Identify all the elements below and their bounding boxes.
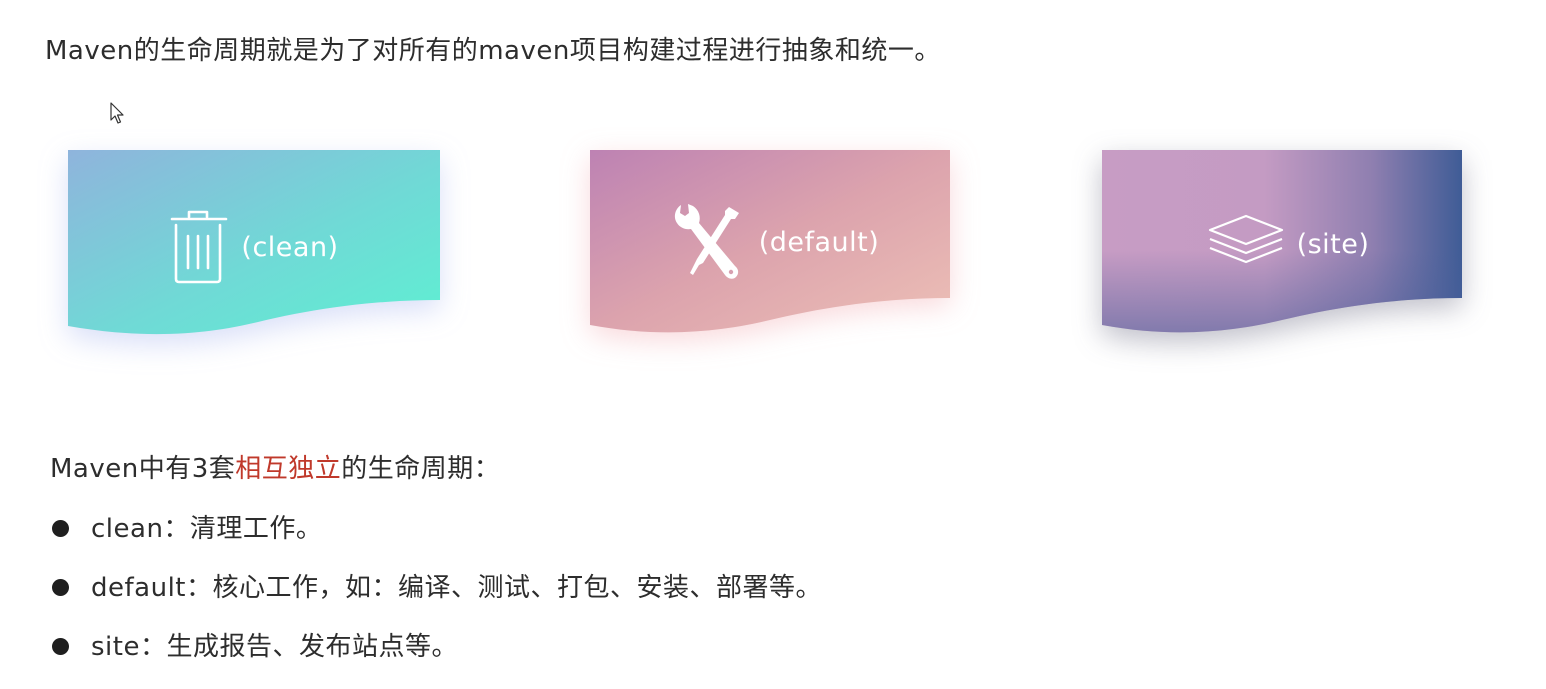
intro-text: Maven的生命周期就是为了对所有的maven项目构建过程进行抽象和统一。 xyxy=(45,36,941,66)
card-label-default: (default) xyxy=(758,226,880,258)
section-title-prefix: Maven中有3套 xyxy=(50,454,236,484)
tools-icon xyxy=(674,204,739,279)
lifecycle-card-clean: (clean) xyxy=(68,150,440,342)
list-item-text: default：核心工作，如：编译、测试、打包、安装、部署等。 xyxy=(91,573,822,603)
lifecycle-card-default: (default) xyxy=(590,150,962,342)
bullet-icon xyxy=(52,579,69,596)
card-label-clean: (clean) xyxy=(241,231,339,263)
list-item-text: site：生成报告、发布站点等。 xyxy=(91,632,458,662)
card-label-site: (site) xyxy=(1296,228,1370,260)
bullet-icon xyxy=(52,638,69,655)
mouse-cursor-icon xyxy=(110,102,124,124)
list-item-default: default：核心工作，如：编译、测试、打包、安装、部署等。 xyxy=(50,567,822,626)
bullet-icon xyxy=(52,520,69,537)
section-title-highlight: 相互独立 xyxy=(235,454,342,484)
trash-icon xyxy=(171,210,228,284)
list-item-site: site：生成报告、发布站点等。 xyxy=(50,626,822,685)
lifecycle-card-site: (site) xyxy=(1102,150,1474,342)
section-title: Maven中有3套相互独立的生命周期： xyxy=(50,450,500,488)
section-title-suffix: 的生命周期： xyxy=(341,454,501,484)
list-item-clean: clean：清理工作。 xyxy=(50,508,822,567)
lifecycle-list: clean：清理工作。 default：核心工作，如：编译、测试、打包、安装、部… xyxy=(50,508,822,685)
layers-icon xyxy=(1208,214,1283,264)
list-item-text: clean：清理工作。 xyxy=(91,514,323,544)
